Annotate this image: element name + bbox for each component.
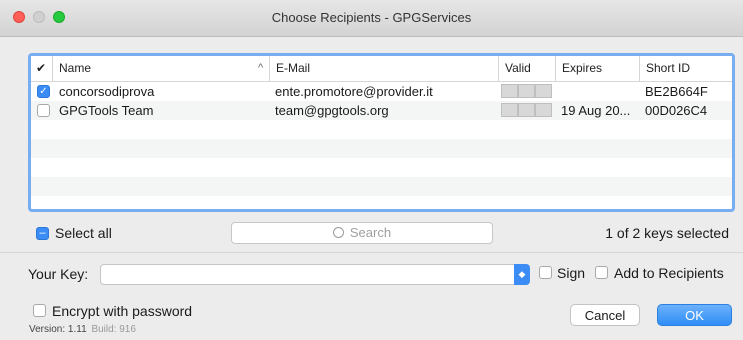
sign-checkbox[interactable]: [539, 266, 552, 279]
validity-indicator-segment: [501, 84, 518, 98]
cancel-button[interactable]: Cancel: [570, 304, 640, 326]
column-header-valid[interactable]: Valid: [499, 56, 556, 81]
encrypt-password-checkbox[interactable]: [33, 304, 46, 317]
empty-row: [31, 158, 732, 177]
your-key-popup[interactable]: ◆: [100, 264, 530, 285]
row-expires: [561, 82, 637, 101]
column-header-name-label: Name: [59, 61, 92, 75]
empty-row: [31, 139, 732, 158]
column-header-name[interactable]: Name: [53, 56, 270, 81]
table-row[interactable]: GPGTools Team team@gpgtools.org 19 Aug 2…: [31, 101, 732, 120]
title-bar: Choose Recipients - GPGServices: [0, 0, 743, 37]
select-all-label: Select all: [55, 225, 112, 241]
ok-button[interactable]: OK: [657, 304, 732, 326]
validity-indicator-segment: [518, 103, 535, 117]
empty-row: [31, 177, 732, 196]
build-label: Build:: [91, 324, 117, 335]
column-header-short-id[interactable]: Short ID: [640, 56, 732, 81]
your-key-label: Your Key:: [28, 266, 89, 282]
table-row[interactable]: ✓ concorsodiprova ente.promotore@provide…: [31, 82, 732, 101]
column-header-expires[interactable]: Expires: [556, 56, 640, 81]
validity-indicator-segment: [518, 84, 535, 98]
row-short-id: BE2B664F: [645, 84, 708, 99]
search-icon: [332, 227, 344, 238]
validity-indicator-segment: [501, 103, 518, 117]
recipients-table[interactable]: ✔ Name ^ E-Mail Valid Expires Short ID ✓…: [28, 53, 735, 212]
row-checkbox-unchecked[interactable]: [37, 104, 50, 117]
window-title: Choose Recipients - GPGServices: [271, 10, 472, 25]
table-controls: – Select all Search 1 of 2 keys selected: [28, 222, 735, 248]
version-label: Version:: [29, 324, 66, 335]
select-all-checkbox[interactable]: –: [36, 227, 49, 240]
column-header-email[interactable]: E-Mail: [270, 56, 499, 81]
empty-row: [31, 120, 732, 139]
row-short-id: 00D026C4: [645, 103, 708, 118]
sort-ascending-icon: ^: [258, 62, 264, 74]
search-placeholder: Search: [349, 225, 392, 240]
row-email: ente.promotore@provider.it: [275, 84, 433, 99]
add-to-recipients-checkbox[interactable]: [595, 266, 608, 279]
version-value: 1.11: [67, 324, 87, 335]
search-input[interactable]: Search: [231, 222, 493, 244]
validity-indicator-segment: [535, 84, 552, 98]
column-header-check[interactable]: ✔: [31, 56, 53, 81]
build-value: 916: [119, 324, 136, 335]
chevron-updown-icon: ◆: [514, 264, 530, 285]
sign-label: Sign: [557, 265, 586, 281]
encrypt-password-label: Encrypt with password: [52, 303, 193, 319]
options-panel: Your Key: ◆ Sign Add to Recipients Encry…: [0, 253, 743, 340]
row-checkbox-checked[interactable]: ✓: [37, 85, 50, 98]
add-to-recipients-label: Add to Recipients: [614, 265, 724, 281]
choose-recipients-window: Choose Recipients - GPGServices ✔ Name ^…: [0, 0, 743, 340]
row-name: concorsodiprova: [59, 84, 155, 99]
empty-row: [31, 196, 732, 209]
row-expires: 19 Aug 20...: [561, 103, 631, 118]
version-info: Version: 1.11 Build: 916: [29, 324, 136, 335]
table-header: ✔ Name ^ E-Mail Valid Expires Short ID: [31, 56, 732, 82]
row-name: GPGTools Team: [59, 103, 154, 118]
validity-indicator-segment: [535, 103, 552, 117]
row-email: team@gpgtools.org: [275, 103, 389, 118]
selection-status: 1 of 2 keys selected: [605, 225, 729, 241]
